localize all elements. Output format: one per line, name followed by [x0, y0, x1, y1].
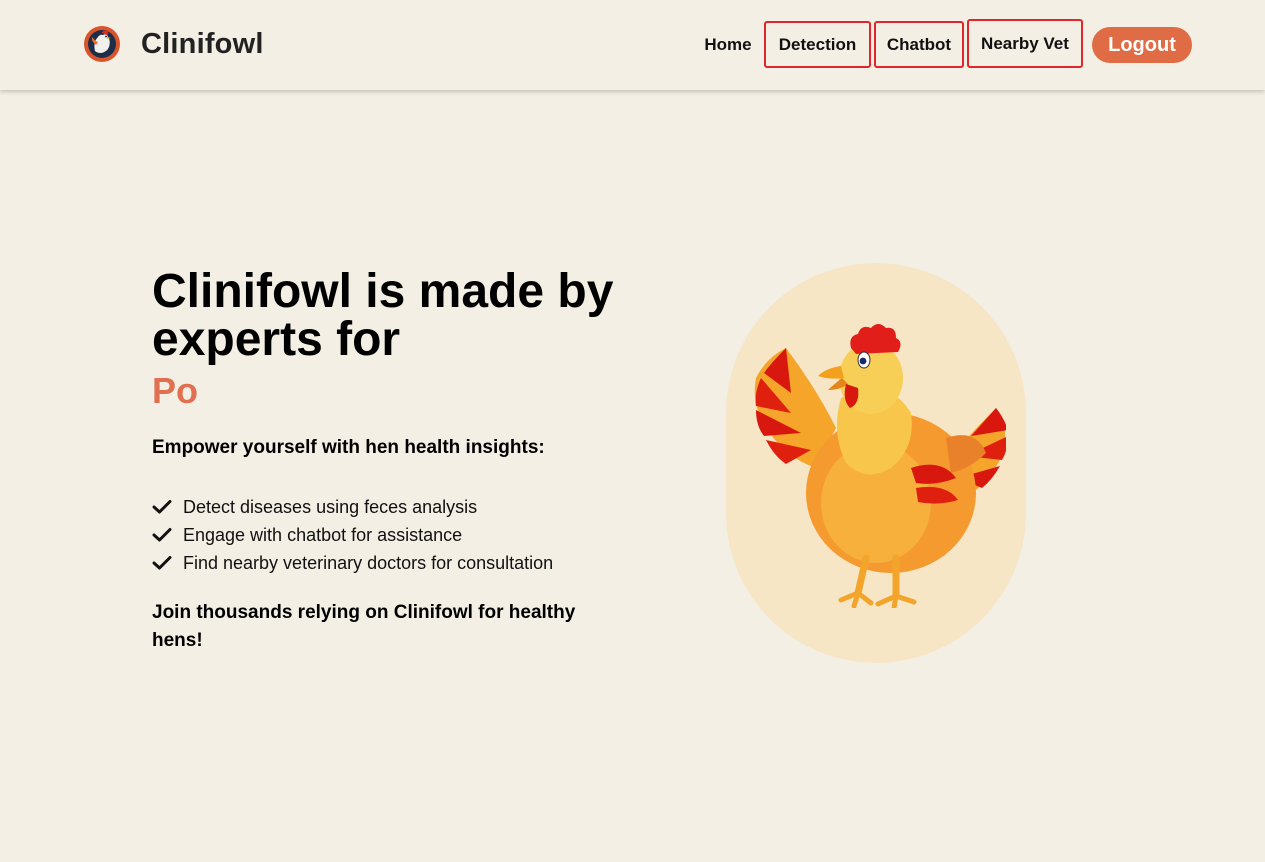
hero-title: Clinifowl is made by experts for	[152, 265, 614, 366]
nav-chatbot-link[interactable]: Chatbot	[874, 21, 964, 68]
site-header: Clinifowl Home Detection Chatbot Nearby …	[0, 0, 1265, 90]
check-icon	[152, 500, 172, 514]
list-item: Find nearby veterinary doctors for consu…	[152, 549, 553, 577]
hero-intro: Empower yourself with hen health insight…	[152, 437, 545, 458]
nav-detection-link[interactable]: Detection	[764, 21, 871, 68]
check-icon	[152, 556, 172, 570]
feature-text: Engage with chatbot for assistance	[183, 524, 463, 545]
nav-nearby-vet-link[interactable]: Nearby Vet	[967, 19, 1083, 68]
list-item: Detect diseases using feces analysis	[152, 493, 553, 521]
hen-illustration-icon	[754, 324, 1006, 608]
nav-home-link[interactable]: Home	[697, 24, 759, 66]
brand-name: Clinifowl	[141, 27, 264, 60]
list-item: Engage with chatbot for assistance	[152, 521, 553, 549]
logout-button[interactable]: Logout	[1092, 27, 1192, 63]
feature-text: Find nearby veterinary doctors for consu…	[183, 552, 554, 573]
rooster-logo-icon	[84, 26, 120, 62]
hero-closing: Join thousands relying on Clinifowl for …	[152, 602, 576, 651]
hero-illustration	[726, 263, 1026, 663]
hero-typed-text: Po	[152, 370, 199, 411]
feature-text: Detect diseases using feces analysis	[183, 496, 478, 517]
brand[interactable]: Clinifowl	[83, 25, 264, 63]
feature-list: Detect diseases using feces analysis Eng…	[152, 493, 553, 577]
check-icon	[152, 528, 172, 542]
